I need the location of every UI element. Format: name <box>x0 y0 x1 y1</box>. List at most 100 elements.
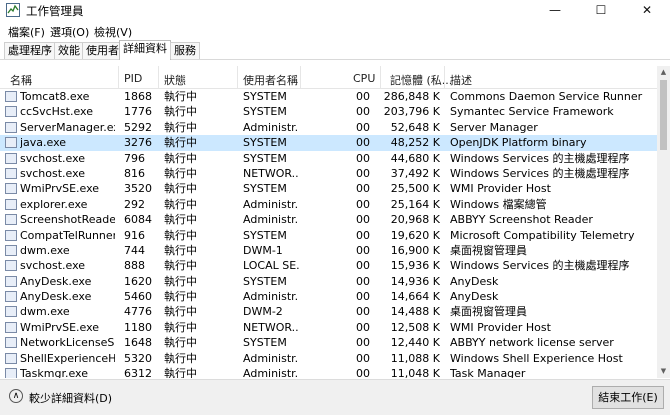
process-pid: 3276 <box>124 136 152 150</box>
table-row[interactable]: Tomcat8.exe 1868 執行中 SYSTEM 00 286,848 K Commo… <box>0 89 657 104</box>
task-manager-icon <box>5 368 17 378</box>
service-host-icon <box>5 152 17 164</box>
process-description: AnyDesk <box>450 274 499 288</box>
process-memory: 52,648 K <box>390 120 440 134</box>
table-row[interactable]: ShellExperienceHo... 5320 執行中 Administr... 0… <box>0 351 657 366</box>
process-cpu: 00 <box>356 351 370 365</box>
table-row[interactable]: ScreenshotReader.... 6084 執行中 Administr... 0… <box>0 212 657 227</box>
process-status: 執行中 <box>164 213 197 227</box>
scroll-down-icon[interactable]: ▼ <box>657 365 670 378</box>
process-description: Windows 檔案總管 <box>450 197 547 211</box>
fewer-details-link[interactable]: 較少詳細資料(D) <box>29 390 112 406</box>
table-row[interactable]: WmiPrvSE.exe 3520 執行中 SYSTEM 00 25,500 K WMI P… <box>0 181 657 196</box>
chevron-up-icon[interactable]: ∧ <box>9 389 23 403</box>
table-row[interactable]: java.exe 3276 執行中 SYSTEM 00 48,252 K OpenJDK P… <box>0 135 657 151</box>
process-pid: 4776 <box>124 305 152 319</box>
footer-bar: ∧ 較少詳細資料(D) 結束工作(E) <box>0 379 670 415</box>
process-memory: 11,088 K <box>390 351 440 365</box>
title-bar: 工作管理員 — ☐ ✕ <box>0 0 670 20</box>
table-row[interactable]: ServerManager.exe 5292 執行中 Administr... 00 52… <box>0 120 657 135</box>
service-host-icon <box>5 260 17 272</box>
process-cpu: 00 <box>356 274 370 288</box>
close-button[interactable]: ✕ <box>624 0 670 20</box>
process-memory: 20,968 K <box>390 213 440 227</box>
process-user: SYSTEM <box>243 151 287 165</box>
process-memory: 14,488 K <box>390 305 440 319</box>
process-name: java.exe <box>20 136 67 150</box>
anydesk-icon <box>5 291 17 303</box>
menu-bar: 檔案(F) 選項(O) 檢視(V) <box>0 21 670 39</box>
table-row[interactable]: CompatTelRunner.... 916 執行中 SYSTEM 00 19,620 … <box>0 228 657 243</box>
table-row[interactable]: AnyDesk.exe 5460 執行中 Administr... 00 14,664 K… <box>0 289 657 304</box>
table-row[interactable]: svchost.exe 796 執行中 SYSTEM 00 44,680 K Windows… <box>0 151 657 166</box>
process-user: SYSTEM <box>243 105 287 119</box>
process-pid: 816 <box>124 166 145 180</box>
table-row[interactable]: svchost.exe 816 執行中 NETWOR... 00 37,492 K Wind… <box>0 166 657 181</box>
process-pid: 6084 <box>124 213 152 227</box>
process-pid: 292 <box>124 197 145 211</box>
process-user: SYSTEM <box>243 136 287 150</box>
menu-view[interactable]: 檢視(V) <box>94 24 132 40</box>
column-header-cpu[interactable]: CPU <box>353 72 375 85</box>
process-memory: 286,848 K <box>383 90 440 103</box>
table-row[interactable]: Taskmgr.exe 6312 執行中 Administr... 00 11,048 K… <box>0 366 657 378</box>
process-description: WMI Provider Host <box>450 320 551 334</box>
table-row[interactable]: explorer.exe 292 執行中 Administr... 00 25,164 K… <box>0 197 657 212</box>
table-row[interactable]: dwm.exe 744 執行中 DWM-1 00 16,900 K 桌面視窗管理員 <box>0 243 657 258</box>
process-name: NetworkLicenseSer... <box>20 336 115 350</box>
table-row[interactable]: ccSvcHst.exe 1776 執行中 SYSTEM 00 203,796 K Syma… <box>0 104 657 119</box>
vertical-scrollbar[interactable]: ▲ ▼ <box>657 66 670 378</box>
process-cpu: 00 <box>356 305 370 319</box>
maximize-button[interactable]: ☐ <box>578 0 624 20</box>
table-row[interactable]: dwm.exe 4776 執行中 DWM-2 00 14,488 K 桌面視窗管理員 <box>0 304 657 319</box>
app-icon <box>5 306 17 318</box>
table-row[interactable]: NetworkLicenseSer... 1648 執行中 SYSTEM 00 12,44… <box>0 335 657 350</box>
process-user: Administr... <box>243 290 299 304</box>
process-cpu: 00 <box>356 182 370 196</box>
menu-options[interactable]: 選項(O) <box>50 24 89 40</box>
process-cpu: 00 <box>356 259 370 273</box>
process-status: 執行中 <box>164 290 197 304</box>
tab-processes[interactable]: 處理程序 <box>4 42 56 59</box>
column-header-name[interactable]: 名稱 <box>10 72 32 88</box>
process-memory: 14,664 K <box>390 290 440 304</box>
column-header-pid[interactable]: PID <box>124 72 142 85</box>
process-status: 執行中 <box>164 259 197 273</box>
table-row[interactable]: WmiPrvSE.exe 1180 執行中 NETWOR... 00 12,508 K WM… <box>0 320 657 335</box>
symantec-icon <box>5 106 17 118</box>
scrollbar-thumb[interactable] <box>660 80 667 150</box>
column-header-description[interactable]: 描述 <box>450 72 472 88</box>
table-row[interactable]: AnyDesk.exe 1620 執行中 SYSTEM 00 14,936 K AnyDes… <box>0 274 657 289</box>
process-memory: 44,680 K <box>390 151 440 165</box>
process-description: Windows Shell Experience Host <box>450 351 623 365</box>
column-header-user[interactable]: 使用者名稱 <box>243 72 298 88</box>
minimize-button[interactable]: — <box>532 0 578 20</box>
end-task-button[interactable]: 結束工作(E) <box>592 386 664 409</box>
menu-file[interactable]: 檔案(F) <box>8 24 45 40</box>
process-status: 執行中 <box>164 136 197 150</box>
scroll-up-icon[interactable]: ▲ <box>657 66 670 79</box>
tab-performance[interactable]: 效能 <box>54 42 84 59</box>
table-row[interactable]: svchost.exe 888 執行中 LOCAL SE... 00 15,936 K Wi… <box>0 258 657 273</box>
tab-services[interactable]: 服務 <box>170 42 200 59</box>
server-manager-icon <box>5 121 17 133</box>
process-memory: 25,164 K <box>390 197 440 211</box>
process-memory: 37,492 K <box>390 166 440 180</box>
column-header-memory[interactable]: 記憶體 (私... <box>390 72 452 88</box>
process-cpu: 00 <box>356 336 370 350</box>
tab-users[interactable]: 使用者 <box>82 42 123 59</box>
tab-details[interactable]: 詳細資料 <box>119 40 171 60</box>
process-pid: 1648 <box>124 336 152 350</box>
process-status: 執行中 <box>164 243 197 257</box>
process-user: LOCAL SE... <box>243 259 299 273</box>
process-user: DWM-1 <box>243 243 283 257</box>
task-manager-icon <box>6 3 20 17</box>
process-description: Commons Daemon Service Runner <box>450 90 643 103</box>
process-pid: 1620 <box>124 274 152 288</box>
process-status: 執行中 <box>164 320 197 334</box>
column-header-status[interactable]: 狀態 <box>164 72 186 88</box>
process-name: Tomcat8.exe <box>20 90 90 103</box>
process-status: 執行中 <box>164 367 197 378</box>
process-status: 執行中 <box>164 105 197 119</box>
process-status: 執行中 <box>164 305 197 319</box>
